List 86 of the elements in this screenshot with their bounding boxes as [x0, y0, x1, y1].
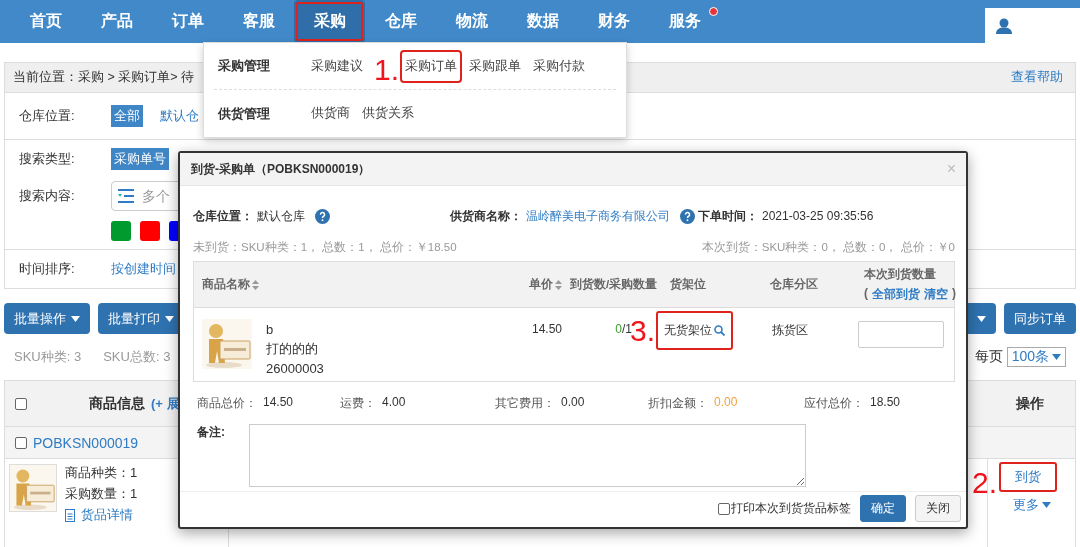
column-header: 操作: [1015, 394, 1045, 413]
filter-label: 搜索类型:: [19, 150, 76, 168]
price-cell-text: 14.50: [530, 321, 562, 338]
column-header: 商品名称: [202, 277, 250, 292]
remark-label: 备注:: [197, 424, 225, 441]
sort-option[interactable]: 按创建时间: [111, 260, 176, 278]
zone-cell-text: 拣货区: [771, 322, 809, 339]
column-header: 仓库分区: [770, 277, 818, 292]
total-value: 4.00: [382, 394, 406, 411]
print-label-checkbox[interactable]: 打印本次到货货品标签: [718, 500, 851, 517]
menu-group-title: 供货管理: [216, 104, 271, 123]
bulk-link[interactable]: 全部到货: [872, 286, 920, 303]
total-value: 0.00: [561, 394, 585, 411]
nav-tab[interactable]: 仓库: [365, 0, 436, 43]
menu-button[interactable]: 批量操作: [4, 303, 90, 334]
nav-tab[interactable]: 财务: [578, 0, 649, 43]
order-number[interactable]: POBKSN000019: [33, 434, 139, 451]
dialog-title: 到货-采购单（POBKSN000019）: [191, 160, 371, 178]
info-value: 2021-03-25 09:35:56: [762, 209, 874, 223]
nav-tab[interactable]: 订单: [152, 0, 223, 43]
total-value: 14.50: [263, 394, 294, 411]
nav-tab[interactable]: 产品: [81, 0, 152, 43]
column-header: 本次到货数量: [864, 266, 936, 283]
shelf-cell[interactable]: 无货架位: [656, 311, 734, 350]
nav-tab[interactable]: 物流: [436, 0, 507, 43]
column-header: 商品信息: [89, 394, 145, 413]
help-link[interactable]: 查看帮助: [1011, 69, 1063, 86]
filter-option[interactable]: 采购单号: [111, 148, 169, 170]
ordered-count: /1: [622, 322, 632, 336]
filter-option[interactable]: 全部: [111, 105, 143, 127]
total-label: 折扣金额：: [648, 394, 708, 412]
sku-stat: SKU总数: 3: [103, 348, 171, 366]
product-text: 26000003: [266, 361, 324, 376]
column-header: 到货数/采购数量: [570, 277, 658, 292]
total-value: 0.00: [714, 394, 738, 411]
detail-link[interactable]: 货品详情: [65, 506, 138, 524]
total-label: 运费：: [340, 394, 376, 412]
nav-tab[interactable]: 首页: [10, 0, 81, 43]
bulk-link[interactable]: 清空: [924, 286, 948, 303]
nav-tab[interactable]: 数据: [507, 0, 578, 43]
menu-item[interactable]: 采购订单: [400, 49, 463, 83]
nav-tab[interactable]: 客服: [223, 0, 294, 43]
sku-stat: SKU种类: 3: [14, 348, 82, 366]
info-value: 默认仓库: [257, 207, 305, 225]
arrival-summary: 本次到货：SKU种类：0， 总数：0， 总价：￥0: [701, 240, 955, 254]
supplier-link[interactable]: 温岭醉美电子商务有限公司: [526, 207, 670, 225]
close-button[interactable]: 关闭: [915, 495, 961, 522]
info-label: 供货商名称：: [450, 207, 522, 225]
confirm-button[interactable]: 确定: [860, 495, 906, 522]
more-link[interactable]: 更多: [1002, 492, 1061, 518]
column-header: 单价: [529, 277, 553, 292]
page-size-select[interactable]: 100条: [1006, 347, 1066, 367]
receive-link[interactable]: 到货: [999, 462, 1057, 492]
menu-item[interactable]: 采购跟单: [464, 49, 527, 83]
menu-item[interactable]: 采购建议: [306, 49, 368, 83]
menu-item[interactable]: 采购付款: [528, 49, 591, 83]
menu-item[interactable]: 供货商: [306, 97, 355, 130]
total-label: 其它费用：: [495, 394, 555, 412]
column-header: 货架位: [670, 277, 706, 292]
product-text: b: [266, 322, 275, 337]
filter-label: 仓库位置:: [19, 107, 76, 125]
filter-label: 时间排序:: [19, 260, 76, 278]
received-count: 0: [615, 322, 622, 338]
sync-button[interactable]: 同步订单: [1004, 303, 1076, 334]
info-label: 仓库位置：: [193, 207, 253, 225]
info-label: 下单时间：: [698, 207, 758, 225]
total-label: 商品总价：: [197, 394, 257, 412]
step-number: 3.: [630, 316, 656, 346]
filter-option[interactable]: 默认仓: [157, 105, 202, 127]
menu-group-title: 采购管理: [217, 57, 271, 75]
total-value: 18.50: [870, 394, 901, 411]
step-number: 2.: [972, 468, 997, 498]
item-detail: 采购数量：1: [65, 485, 138, 503]
nav-tab[interactable]: 服务: [649, 0, 720, 43]
page-size-label: 每页: [974, 348, 1003, 366]
nav-tab[interactable]: 采购: [294, 0, 365, 43]
product-text: 打的的的: [266, 340, 319, 358]
breadcrumb: 当前位置：采购 > 采购订单> 待: [13, 69, 195, 86]
filter-label: 搜索内容:: [19, 186, 76, 205]
item-detail: 商品种类：1: [65, 464, 138, 482]
menu-item[interactable]: 供货关系: [357, 97, 419, 130]
pending-summary: 未到货：SKU种类：1， 总数：1， 总价：￥18.50: [193, 240, 457, 254]
paren-text: (: [864, 286, 868, 302]
paren-text: ): [952, 286, 956, 302]
total-label: 应付总价：: [804, 394, 864, 412]
step-number: 1.: [374, 55, 400, 85]
